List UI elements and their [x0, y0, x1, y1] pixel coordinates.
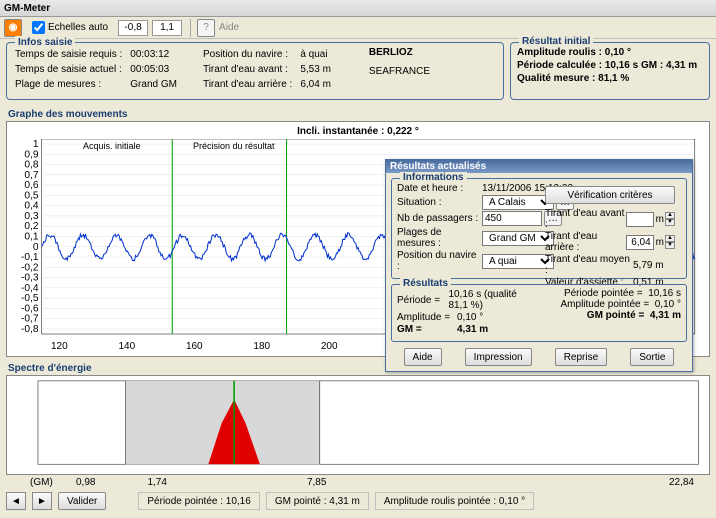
toolbar: ◉ Echelles auto -0,8 1,1 ? Aide [0, 17, 716, 39]
infos-legend: Infos saisie [15, 36, 75, 49]
graphe-title: Graphe des mouvements [8, 109, 708, 120]
svg-text:0,1: 0,1 [24, 232, 39, 243]
spectrum-panel [6, 375, 710, 475]
gm-axis-label: (GM) [30, 477, 48, 488]
svg-text:0,2: 0,2 [24, 221, 39, 232]
next-button[interactable]: ► [32, 492, 52, 510]
chart-area: 10,90,80,70,60,50,40,30,20,10-0,1-0,2-0,… [11, 139, 705, 339]
record-button[interactable]: ◉ [4, 19, 22, 37]
svg-text:0,9: 0,9 [24, 149, 39, 160]
reprise-button[interactable]: Reprise [555, 348, 607, 366]
tar-input[interactable] [626, 235, 654, 250]
infos-pane: Infos saisie Temps de saisie requis :00:… [6, 42, 504, 100]
svg-text:0,8: 0,8 [24, 160, 39, 171]
bottom-bar: ◄ ► Valider Période pointée : 10,16 GM p… [0, 488, 716, 514]
prec-label: Précision du résultat [193, 141, 275, 151]
ymax-field[interactable]: 1,1 [152, 20, 182, 36]
position-select[interactable]: A quai [482, 254, 554, 269]
svg-text:-0,2: -0,2 [21, 262, 39, 273]
prev-button[interactable]: ◄ [6, 492, 26, 510]
svg-text:0: 0 [33, 242, 39, 253]
svg-text:0,5: 0,5 [24, 190, 39, 201]
chart-title: Incli. instantanée : 0,222 ° [11, 126, 705, 137]
svg-text:-0,4: -0,4 [21, 283, 39, 294]
company-name: SEAFRANCE [369, 65, 430, 78]
stat-periode: Période pointée : 10,16 [138, 492, 259, 510]
svg-text:-0,5: -0,5 [21, 293, 39, 304]
tar-stepper[interactable]: ▲▼ [665, 235, 675, 249]
results-dialog: Résultats actualisés Informations Date e… [385, 159, 693, 372]
aide-label: Aide [219, 22, 239, 33]
initial-pane: Résultat initial Amplitude roulis : 0,10… [510, 42, 710, 100]
svg-text:0,7: 0,7 [24, 170, 39, 181]
initial-legend: Résultat initial [519, 36, 593, 47]
impression-button[interactable]: Impression [465, 348, 532, 366]
svg-text:-0,7: -0,7 [21, 314, 39, 325]
window-title: GM-Meter [0, 0, 716, 17]
stat-amplitude: Amplitude roulis pointée : 0,10 ° [375, 492, 534, 510]
echelles-label: Echelles auto [48, 22, 108, 33]
svg-text:-0,8: -0,8 [21, 324, 39, 335]
stat-gm: GM pointé : 4,31 m [266, 492, 369, 510]
svg-text:-0,1: -0,1 [21, 252, 39, 263]
echelles-checkbox[interactable] [32, 21, 45, 34]
chart-panel: Incli. instantanée : 0,222 ° 10,90,80,70… [6, 121, 710, 357]
svg-text:0,6: 0,6 [24, 180, 39, 191]
svg-text:-0,6: -0,6 [21, 304, 39, 315]
situation-select[interactable]: A Calais [482, 195, 554, 210]
valider-button[interactable]: Valider [58, 492, 106, 510]
sortie-button[interactable]: Sortie [630, 348, 674, 366]
svg-text:1: 1 [33, 139, 39, 150]
svg-text:-0,3: -0,3 [21, 273, 39, 284]
acq-label: Acquis. initiale [83, 141, 141, 151]
verif-button[interactable]: Vérification critères [545, 186, 675, 204]
tav-input[interactable] [626, 212, 654, 227]
svg-text:0,4: 0,4 [24, 201, 39, 212]
plage-select[interactable]: Grand GM [482, 231, 554, 246]
aide-icon[interactable]: ? [197, 19, 215, 37]
tav-stepper[interactable]: ▲▼ [665, 212, 675, 226]
passengers-input[interactable] [482, 211, 542, 226]
ship-name: BERLIOZ [369, 46, 430, 59]
ymin-field[interactable]: -0,8 [118, 20, 148, 36]
aide-button[interactable]: Aide [404, 348, 442, 366]
svg-text:0,3: 0,3 [24, 211, 39, 222]
